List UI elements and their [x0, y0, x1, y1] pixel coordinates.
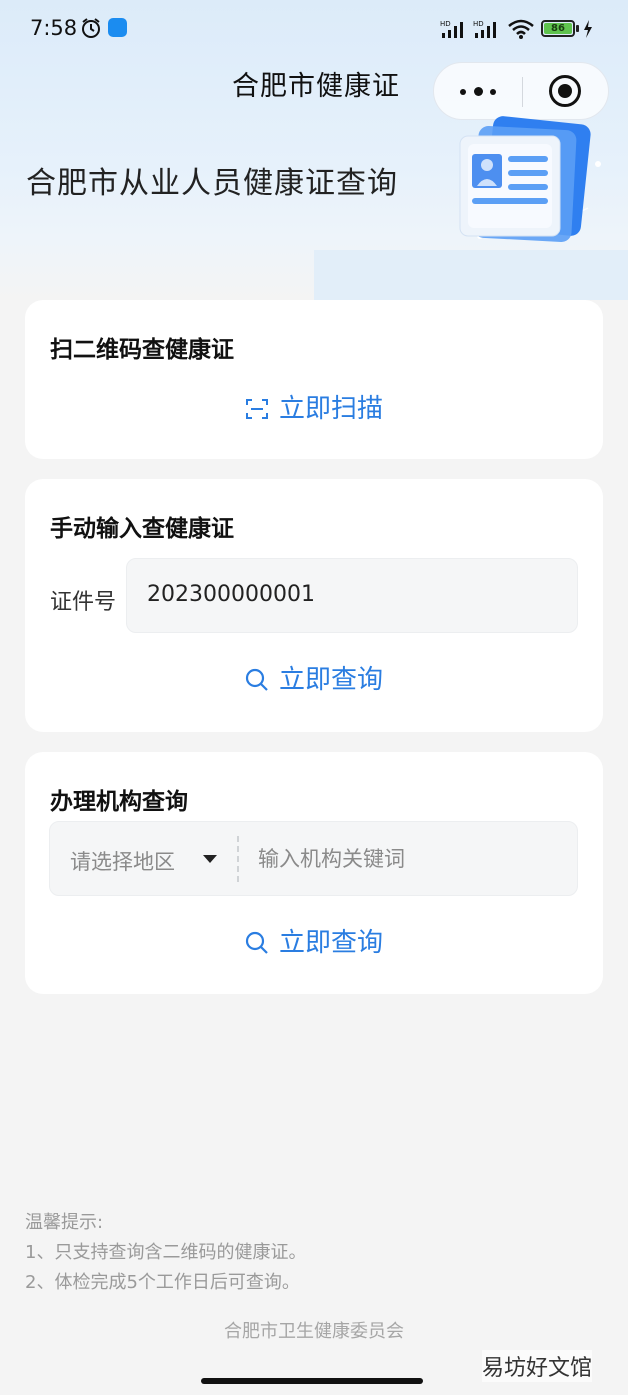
close-icon[interactable]	[549, 75, 581, 107]
scan-button-label: 立即扫描	[278, 394, 383, 424]
status-bar: 7:58 HD HD 86	[0, 0, 628, 58]
org-query-label: 立即查询	[278, 928, 383, 958]
manual-card-title: 手动输入查健康证	[50, 516, 234, 542]
header-background-accent	[314, 250, 628, 300]
org-search-bar: 请选择地区	[49, 821, 578, 896]
battery-icon: 86	[541, 20, 575, 37]
tips-heading: 温馨提示:	[25, 1212, 104, 1233]
status-time: 7:58	[30, 16, 78, 40]
region-select[interactable]: 请选择地区	[50, 822, 237, 896]
org-query-card: 办理机构查询 请选择地区 立即查询	[25, 752, 603, 994]
search-divider	[237, 836, 239, 882]
search-icon	[245, 931, 268, 954]
footer-org: 合肥市卫生健康委员会	[224, 1321, 404, 1342]
search-icon	[245, 668, 268, 691]
home-indicator	[201, 1378, 423, 1384]
id-number-input[interactable]: 202300000001	[126, 558, 578, 633]
app-notification-icon	[108, 18, 127, 37]
org-card-title: 办理机构查询	[50, 789, 188, 815]
health-card-illustration-icon	[459, 116, 601, 242]
signal-hd-label: HD	[440, 20, 451, 28]
charging-bolt-icon	[584, 20, 592, 38]
manual-query-label: 立即查询	[278, 665, 383, 695]
tips-item: 2、体检完成5个工作日后可查询。	[25, 1272, 300, 1293]
tips-section: 温馨提示: 1、只支持查询含二维码的健康证。 2、体检完成5个工作日后可查询。	[25, 1208, 306, 1298]
signal-icon: HD	[440, 20, 463, 38]
id-number-value: 202300000001	[147, 582, 315, 607]
wifi-icon	[508, 19, 534, 39]
alarm-icon	[82, 18, 100, 38]
battery-cap	[576, 25, 579, 32]
battery-level: 86	[544, 23, 572, 34]
more-icon[interactable]	[460, 81, 510, 101]
manual-query-button[interactable]: 立即查询	[25, 659, 603, 696]
signal-icon-2: HD	[473, 20, 496, 38]
scan-card-title: 扫二维码查健康证	[50, 337, 234, 363]
capsule-divider	[522, 77, 523, 107]
org-query-button[interactable]: 立即查询	[25, 922, 603, 959]
page-heading: 合肥市从业人员健康证查询	[26, 166, 398, 201]
scan-icon	[245, 399, 268, 419]
manual-input-card: 手动输入查健康证 证件号 202300000001 立即查询	[25, 479, 603, 732]
region-placeholder: 请选择地区	[70, 850, 175, 874]
id-number-label: 证件号	[50, 590, 117, 615]
signal-hd-label-2: HD	[473, 20, 484, 28]
org-keyword-input[interactable]	[240, 822, 578, 896]
scan-card: 扫二维码查健康证 立即扫描	[25, 300, 603, 459]
tips-item: 1、只支持查询含二维码的健康证。	[25, 1242, 307, 1263]
watermark: 易坊好文馆	[482, 1350, 593, 1382]
chevron-down-icon	[203, 855, 217, 863]
scan-button[interactable]: 立即扫描	[25, 388, 603, 425]
